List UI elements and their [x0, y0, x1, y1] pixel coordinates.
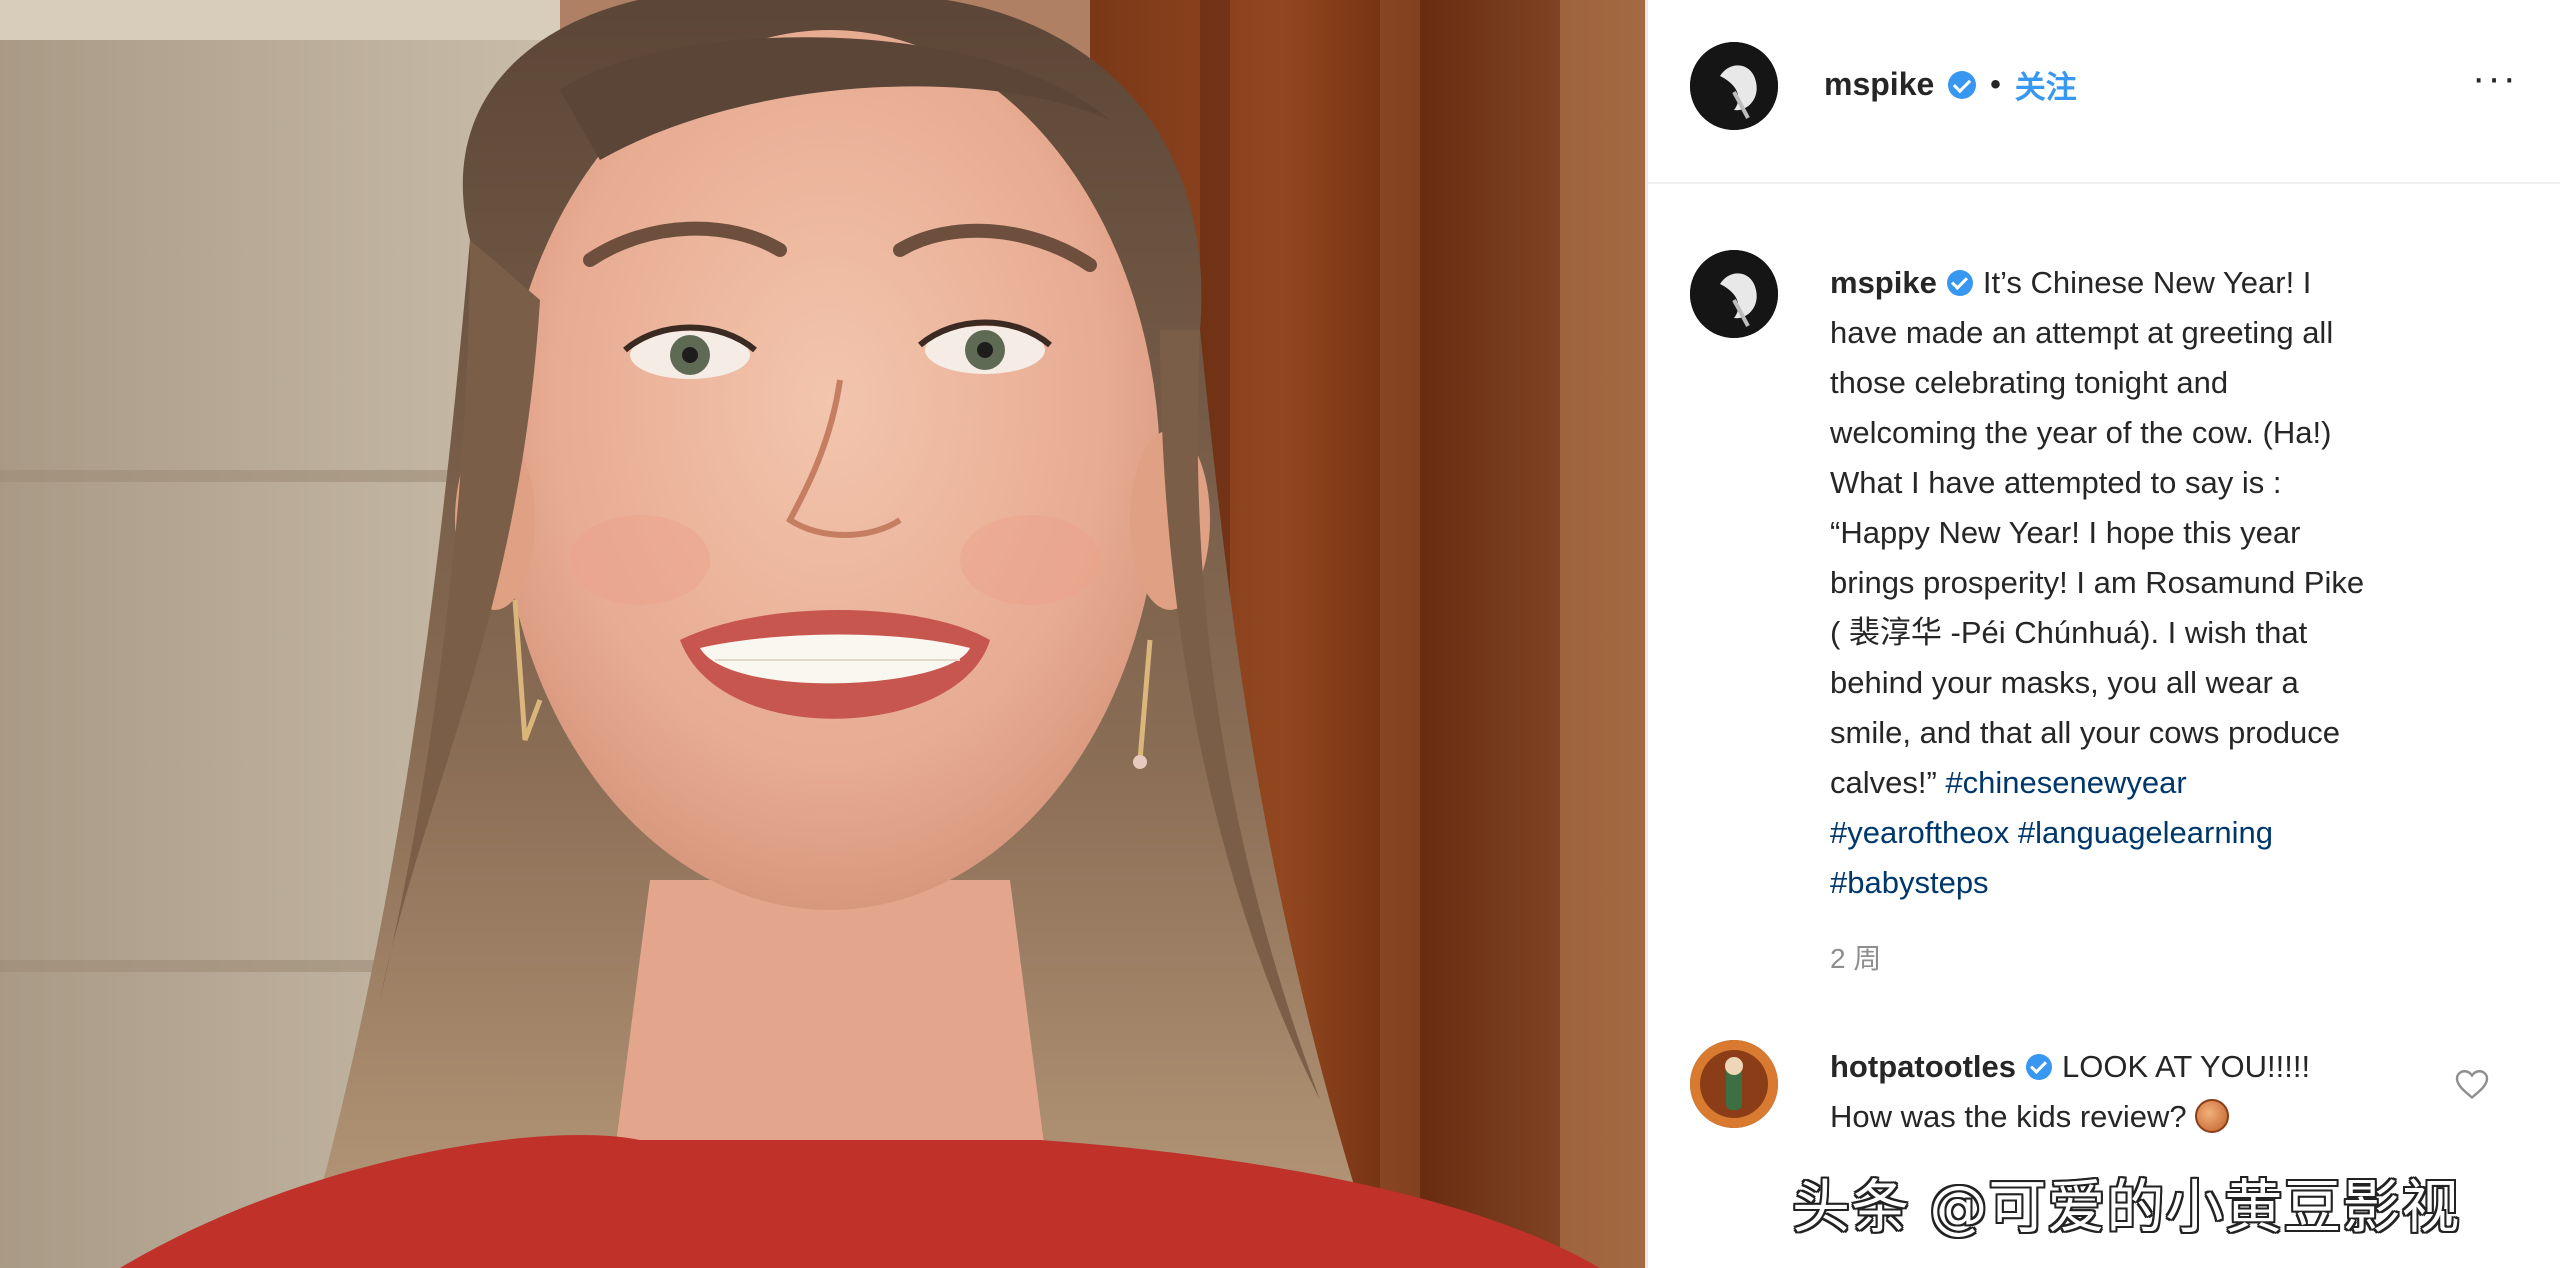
hashtag-link[interactable]: #chinesenewyear: [1945, 765, 2186, 800]
portrait-illustration: [0, 0, 1645, 1268]
comment-text: LOOK AT YOU!!!!!: [2062, 1049, 2311, 1084]
post-header: mspike • 关注 ···: [1648, 0, 2560, 184]
verified-badge-icon: [1948, 70, 1977, 99]
caption-avatar-icon: [1690, 250, 1778, 338]
heart-outline-icon[interactable]: [2454, 1066, 2490, 1102]
commenter-avatar-icon: [1690, 1040, 1778, 1128]
caption-line: calves!”: [1830, 765, 1937, 800]
verified-badge-icon: [1946, 270, 1973, 296]
hashtag-link[interactable]: #yearoftheox: [1830, 815, 2009, 850]
caption-line: those celebrating tonight and: [1830, 365, 2229, 400]
hashtag-link[interactable]: #babysteps: [1830, 865, 1989, 900]
post-photo[interactable]: [0, 0, 1645, 1268]
commenter-avatar[interactable]: [1690, 1040, 1778, 1128]
caption-line: “Happy New Year! I hope this year: [1830, 515, 2301, 550]
caption-username[interactable]: mspike: [1830, 265, 1937, 300]
separator-dot: •: [1990, 67, 2001, 101]
caption-line: welcoming the year of the cow. (Ha!): [1830, 415, 2332, 450]
follow-button[interactable]: 关注: [2015, 62, 2077, 107]
caption-line: behind your masks, you all wear a: [1830, 665, 2299, 700]
author-avatar[interactable]: [1690, 42, 1778, 130]
comment-item: hotpatootles LOOK AT YOU!!!!! How was the…: [1830, 1042, 2430, 1142]
author-row: mspike • 关注: [1824, 62, 2077, 107]
face-emoji-icon: [2194, 1099, 2229, 1133]
caption-line: What I have attempted to say is :: [1830, 465, 2282, 500]
verified-badge-icon: [2026, 1054, 2052, 1080]
author-avatar-icon: [1690, 42, 1778, 130]
caption-author-avatar[interactable]: [1690, 250, 1778, 338]
caption-line: brings prosperity! I am Rosamund Pike: [1830, 565, 2365, 600]
caption-line: smile, and that all your cows produce: [1830, 715, 2341, 750]
caption-line: ( 裴淳华 -Péi Chúnhuá). I wish that: [1830, 615, 2308, 650]
author-username[interactable]: mspike: [1824, 66, 1934, 103]
comment-text: How was the kids review?: [1830, 1099, 2187, 1134]
post-sidebar: mspike • 关注 ··· mspike It’s Chinese New Y…: [1648, 0, 2560, 1268]
caption-line: It’s Chinese New Year! I: [1982, 265, 2312, 300]
post-timestamp[interactable]: 2 周: [1830, 937, 1881, 977]
commenter-username[interactable]: hotpatootles: [1830, 1049, 2016, 1084]
caption-line: have made an attempt at greeting all: [1830, 315, 2334, 350]
watermark-text: 头条 @可爱的小黄豆影视: [1792, 1173, 2461, 1241]
screenshot: mspike • 关注 ··· mspike It’s Chinese New Y…: [0, 0, 2560, 1268]
hashtag-link[interactable]: #languagelearning: [2018, 815, 2273, 850]
post-caption: mspike It’s Chinese New Year! I have made…: [1830, 258, 2510, 908]
more-options-icon[interactable]: ···: [2472, 58, 2518, 98]
